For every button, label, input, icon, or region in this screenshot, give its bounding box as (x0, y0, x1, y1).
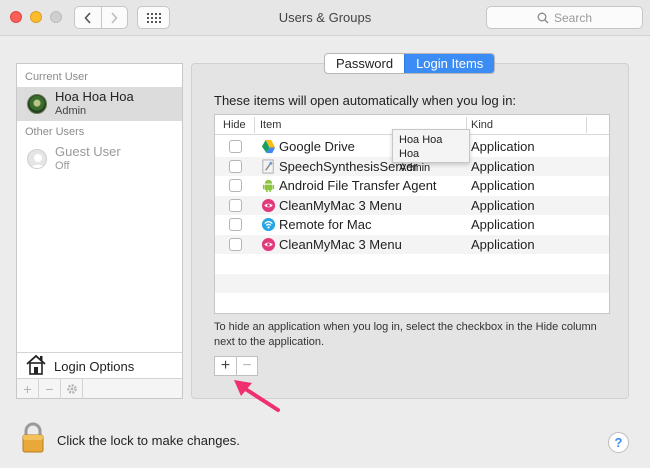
users-sidebar: Current User Hoa Hoa Hoa Admin Other Use… (16, 63, 183, 399)
search-field[interactable]: Search (486, 6, 643, 29)
user-tooltip: Hoa Hoa Hoa Admin (392, 129, 470, 174)
table-row[interactable]: Android File Transfer Agent Application (215, 176, 609, 196)
title-bar: Users & Groups Search (0, 0, 650, 36)
tooltip-name: Hoa Hoa Hoa (399, 134, 443, 160)
login-options-label: Login Options (54, 359, 135, 374)
add-remove-controls: + − (214, 356, 258, 376)
help-button[interactable]: ? (608, 432, 629, 453)
tooltip-role: Admin (399, 162, 431, 174)
user-item-guest[interactable]: Guest User Off (17, 142, 182, 176)
item-name: Google Drive (279, 139, 355, 154)
hide-checkbox[interactable] (229, 198, 242, 212)
house-icon (26, 354, 46, 375)
item-kind: Application (471, 217, 535, 232)
item-name: CleanMyMac 3 Menu (279, 197, 402, 213)
item-name: Remote for Mac (279, 217, 372, 232)
hide-checkbox[interactable] (229, 159, 242, 173)
login-options-item[interactable]: Login Options (17, 352, 182, 378)
user-avatar (27, 94, 47, 114)
google-drive-icon (261, 139, 276, 154)
table-row-empty (215, 273, 609, 293)
current-user-heading: Current User (25, 71, 88, 83)
add-user-button[interactable]: + (17, 379, 39, 399)
item-name: CleanMyMac 3 Menu (279, 236, 402, 252)
user-name: Hoa Hoa Hoa (55, 89, 134, 104)
remote-icon (261, 217, 276, 232)
item-kind: Application (471, 139, 535, 154)
item-kind: Application (471, 178, 535, 193)
user-item-current[interactable]: Hoa Hoa Hoa Admin (17, 87, 182, 121)
item-kind: Application (471, 158, 535, 174)
item-kind: Application (471, 197, 535, 213)
gear-icon (66, 384, 77, 394)
sidebar-toolbar: + − (17, 378, 182, 399)
item-name: Android File Transfer Agent (279, 178, 437, 193)
hide-help-text: To hide an application when you log in, … (214, 321, 597, 348)
cleanmymac-icon (261, 237, 276, 251)
table-row-empty (215, 254, 609, 274)
hide-checkbox[interactable] (229, 140, 242, 153)
search-placeholder: Search (553, 10, 593, 25)
user-name: Guest User (55, 144, 121, 159)
android-icon (262, 179, 275, 193)
cleanmymac-icon (261, 198, 276, 212)
search-icon (537, 12, 549, 23)
login-items-intro: These items will open automatically when… (214, 93, 517, 108)
add-login-item-button[interactable]: + (215, 357, 236, 375)
hide-checkbox[interactable] (229, 237, 242, 251)
column-hide[interactable]: Hide (223, 119, 246, 131)
table-row[interactable]: CleanMyMac 3 Menu Application (215, 234, 609, 254)
user-actions-button[interactable] (61, 379, 83, 399)
remove-login-item-button[interactable]: − (236, 357, 257, 375)
column-kind[interactable]: Kind (471, 119, 493, 131)
tab-login-items[interactable]: Login Items (404, 54, 495, 73)
user-status: Off (55, 160, 70, 172)
tab-password[interactable]: Password (325, 54, 404, 73)
lock-message: Click the lock to make changes. (57, 433, 240, 448)
speech-server-icon (262, 159, 274, 173)
guest-avatar-icon (27, 149, 47, 169)
table-row[interactable]: CleanMyMac 3 Menu Application (215, 195, 609, 215)
user-role: Admin (55, 105, 87, 117)
annotation-arrow-icon (234, 380, 280, 412)
lock-icon[interactable] (21, 422, 45, 454)
tab-bar: Password Login Items (324, 53, 496, 74)
hide-checkbox[interactable] (229, 218, 242, 231)
remove-user-button[interactable]: − (39, 379, 61, 399)
item-kind: Application (471, 236, 535, 252)
other-users-heading: Other Users (25, 126, 85, 138)
hide-checkbox[interactable] (229, 179, 242, 192)
column-item[interactable]: Item (260, 119, 281, 131)
table-row[interactable]: Remote for Mac Application (215, 215, 609, 235)
